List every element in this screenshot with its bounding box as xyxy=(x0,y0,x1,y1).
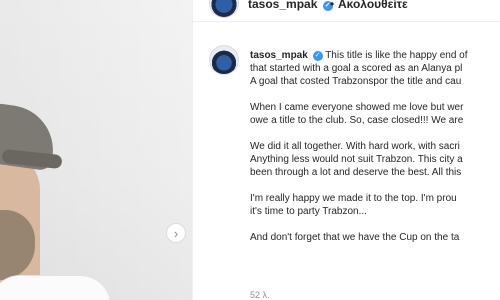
caption-line: tasos_mpak ✓ This title is like the happ… xyxy=(250,49,500,62)
post-header: tasos_mpak ✓ • Ακολουθείτε xyxy=(193,0,500,22)
header-separator: • xyxy=(330,0,335,11)
caption-line: been through a lot and deserve the best.… xyxy=(250,167,462,178)
header-username[interactable]: tasos_mpak ✓ xyxy=(248,0,333,11)
caption-line: owe a title to the club. So, case closed… xyxy=(250,115,464,126)
caption-line: We did it all together. With hard work, … xyxy=(250,141,460,152)
caption-line: Anything less would not suit Trabzon. Th… xyxy=(250,154,463,165)
caption-line: I'm really happy we made it to the top. … xyxy=(250,193,457,204)
photo-person-shirt xyxy=(0,275,110,300)
carousel-next-button[interactable]: › xyxy=(166,223,186,243)
post-side-panel: tasos_mpak ✓ • Ακολουθείτε tasos_mpak ✓ … xyxy=(192,0,500,300)
caption-line: A goal that costed Trabzonspor the title… xyxy=(250,76,462,87)
caption-username[interactable]: tasos_mpak xyxy=(250,50,308,61)
chevron-right-icon: › xyxy=(173,225,179,241)
post-timestamp: 52 λ. xyxy=(250,290,270,300)
post-photo xyxy=(0,0,192,300)
verified-badge-icon: ✓ xyxy=(312,51,323,61)
caption-line: it's time to party Trabzon... xyxy=(250,206,367,217)
caption-line: And don't forget that we have the Cup on… xyxy=(250,232,460,243)
caption-avatar-icon[interactable] xyxy=(209,45,239,75)
header-avatar-icon[interactable] xyxy=(209,0,239,18)
caption-line: that started with a goal a scored as an … xyxy=(250,63,463,74)
caption-text: tasos_mpak ✓ This title is like the happ… xyxy=(250,49,500,244)
following-button[interactable]: Ακολουθείτε xyxy=(338,0,408,11)
header-username-text[interactable]: tasos_mpak xyxy=(248,0,317,11)
caption-line-text: This title is like the happy end of xyxy=(325,50,468,61)
caption-line: When I came everyone showed me love but … xyxy=(250,102,464,113)
